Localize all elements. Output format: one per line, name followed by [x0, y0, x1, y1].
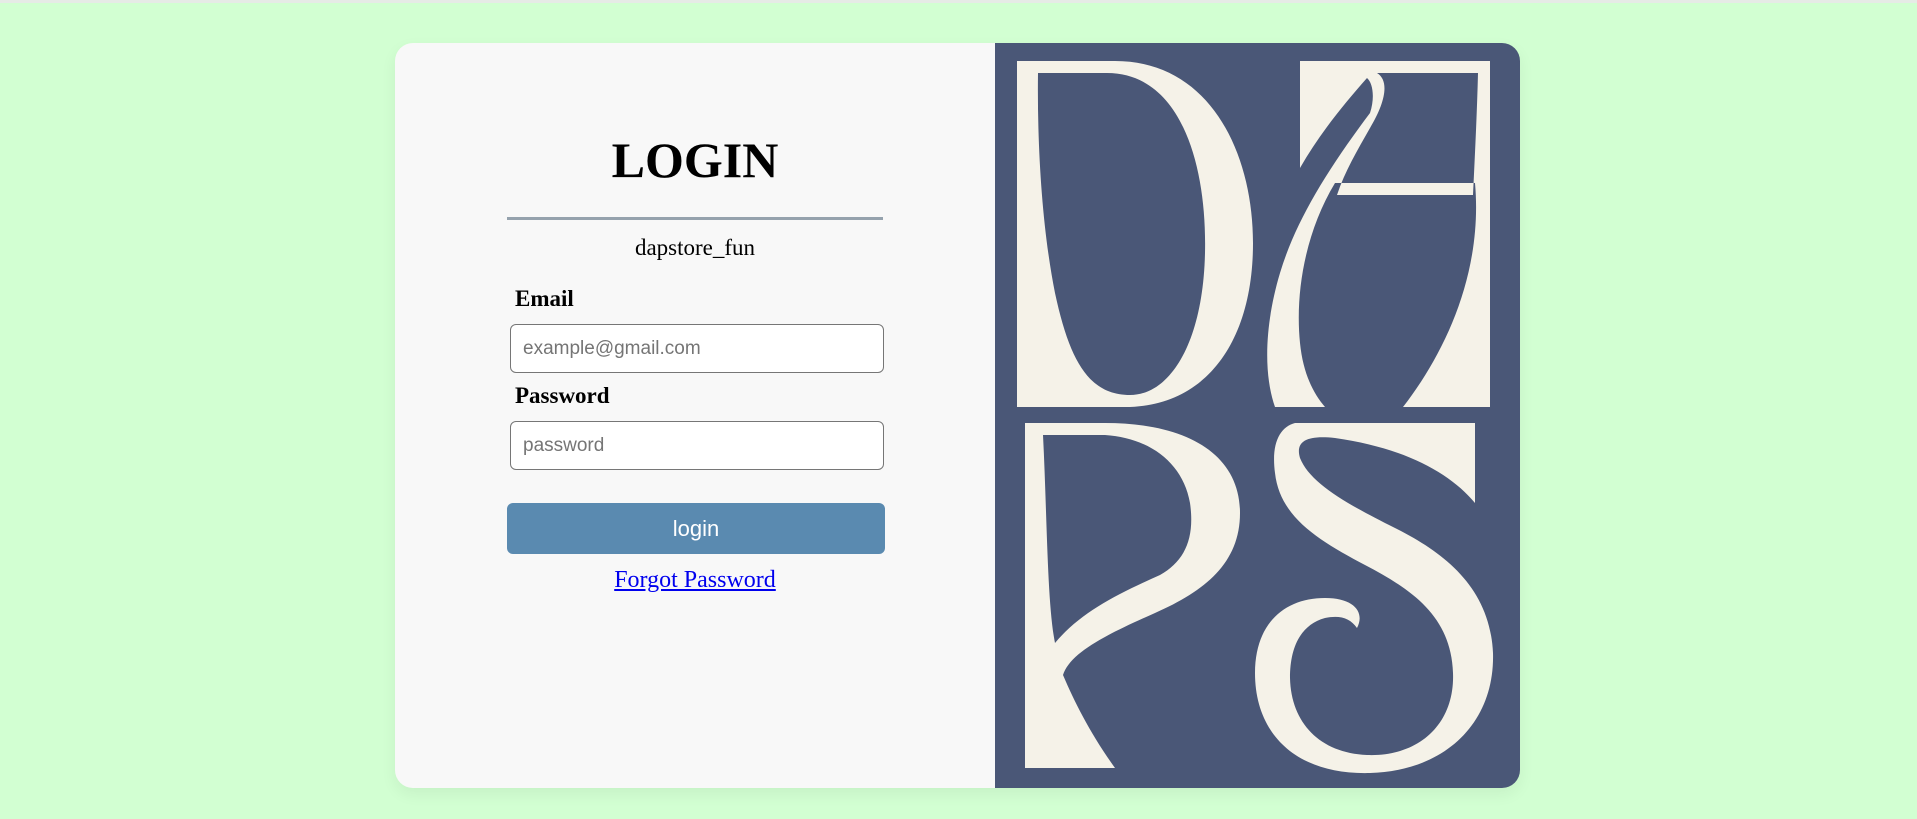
letter-d-shape	[1017, 61, 1253, 407]
letter-s-shape	[1255, 423, 1494, 774]
forgot-password-wrapper: Forgot Password	[395, 567, 995, 594]
login-panel: LOGIN dapstore_fun Email Password login …	[395, 43, 995, 788]
password-label: Password	[515, 383, 610, 408]
daps-monogram-logo-icon	[1017, 61, 1494, 774]
page-title: LOGIN	[611, 132, 779, 188]
login-card: LOGIN dapstore_fun Email Password login …	[395, 43, 1520, 788]
email-field[interactable]	[510, 324, 884, 373]
browser-top-edge	[0, 0, 1917, 3]
email-label: Email	[515, 286, 574, 311]
password-field[interactable]	[510, 421, 884, 470]
logo-panel	[995, 43, 1520, 788]
title-divider	[507, 217, 883, 220]
forgot-password-link[interactable]: Forgot Password	[614, 567, 776, 593]
letter-a-shape	[1267, 61, 1490, 407]
letter-p-shape	[1025, 423, 1240, 768]
login-button[interactable]: login	[507, 503, 885, 554]
store-name: dapstore_fun	[634, 235, 756, 260]
